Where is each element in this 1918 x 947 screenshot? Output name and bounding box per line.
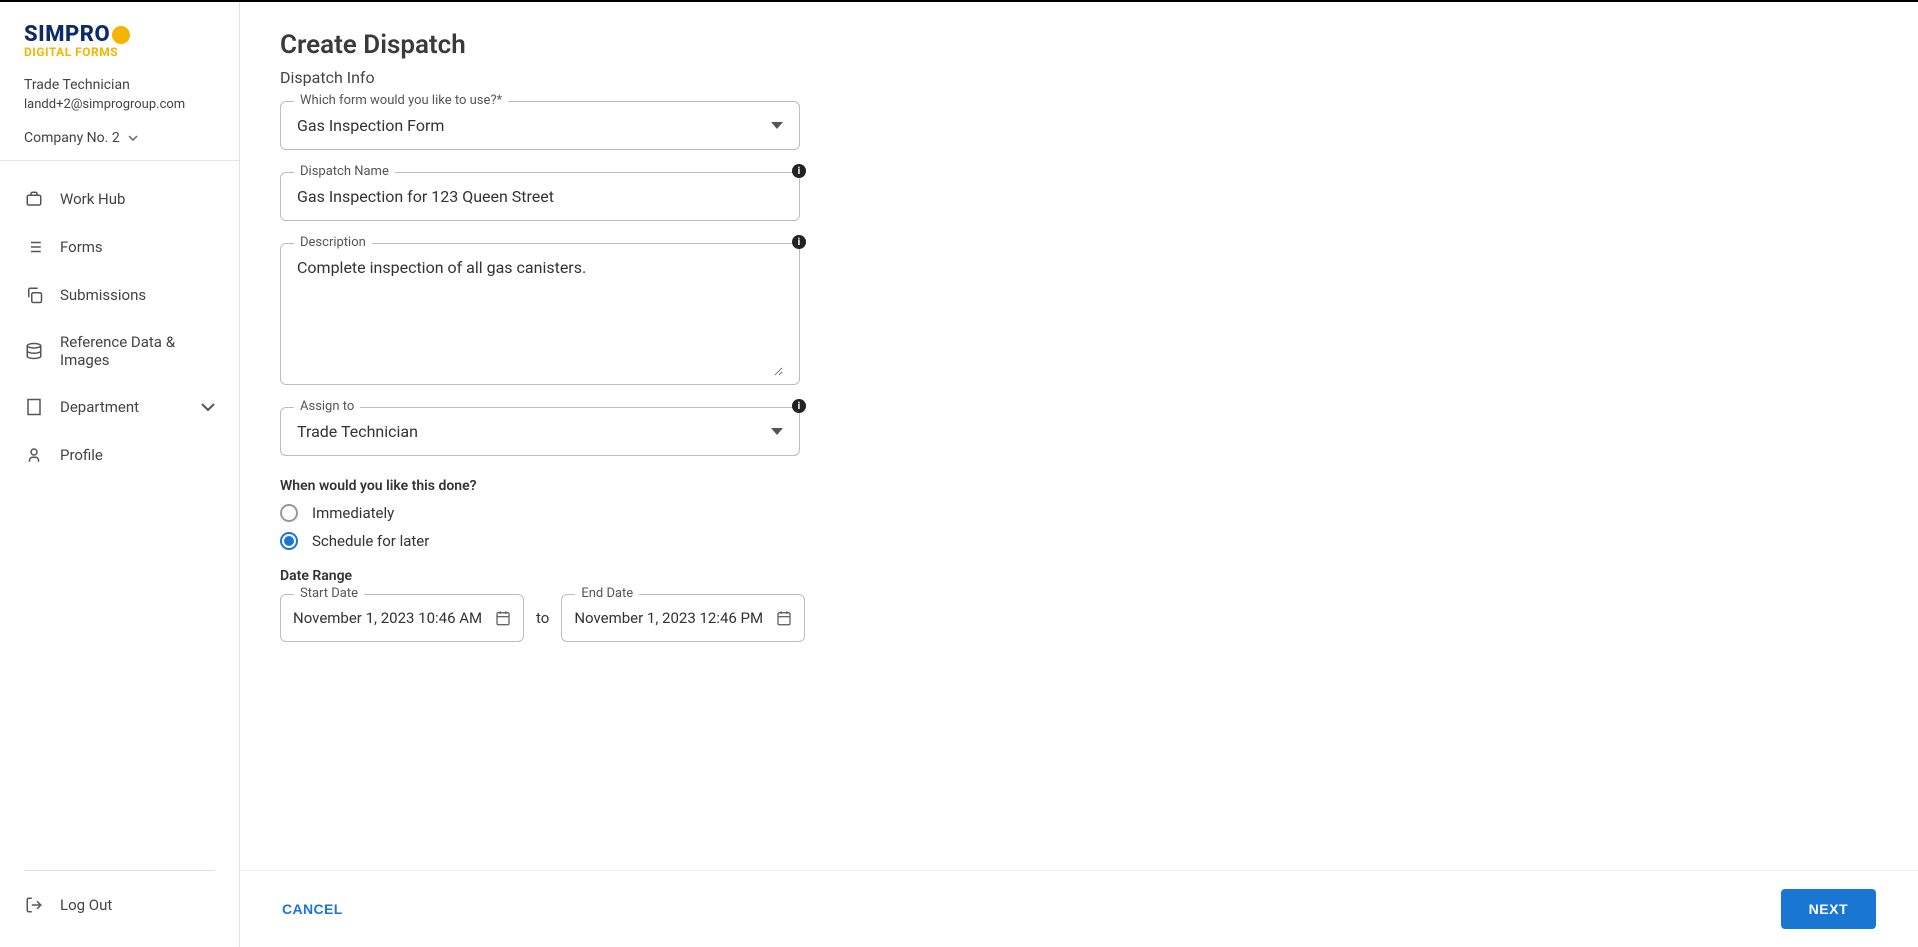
form-select[interactable]: Gas Inspection Form	[280, 101, 800, 150]
date-range-row: Start Date November 1, 2023 10:46 AM to …	[280, 594, 1878, 642]
sidebar-item-label: Work Hub	[60, 190, 215, 208]
start-date-value: November 1, 2023 10:46 AM	[293, 609, 487, 627]
nav: Work Hub Forms Submissions Reference Dat…	[0, 161, 239, 860]
logo-sub: DIGITAL FORMS	[24, 45, 215, 59]
field-label: Start Date	[294, 586, 364, 601]
radio-schedule-later[interactable]: Schedule for later	[280, 532, 1878, 550]
sidebar-item-label: Department	[60, 398, 201, 416]
list-icon	[24, 237, 44, 257]
info-icon[interactable]: i	[792, 164, 806, 178]
sidebar-item-profile[interactable]: Profile	[0, 431, 239, 479]
sidebar-item-logout[interactable]: Log Out	[0, 881, 239, 929]
form-select-value: Gas Inspection Form	[297, 116, 771, 135]
user-email: landd+2@simprogroup.com	[24, 97, 215, 112]
user-name: Trade Technician	[24, 77, 215, 93]
sidebar-item-label: Forms	[60, 238, 215, 256]
calendar-icon	[776, 610, 792, 626]
chevron-down-icon	[771, 428, 783, 435]
page-title: Create Dispatch	[280, 30, 1878, 60]
sidebar-item-submissions[interactable]: Submissions	[0, 271, 239, 319]
to-label: to	[536, 609, 549, 627]
company-selector[interactable]: Company No. 2	[0, 130, 239, 160]
description-textarea-wrap	[280, 243, 800, 385]
chevron-down-icon	[201, 403, 215, 411]
logo-star-icon	[112, 26, 130, 44]
sidebar-item-forms[interactable]: Forms	[0, 223, 239, 271]
chevron-down-icon	[771, 122, 783, 129]
field-label: Description	[294, 235, 372, 250]
next-button[interactable]: NEXT	[1781, 889, 1876, 929]
copy-icon	[24, 285, 44, 305]
assign-to-select[interactable]: Trade Technician	[280, 407, 800, 456]
info-icon[interactable]: i	[792, 399, 806, 413]
radio-label: Immediately	[312, 504, 394, 522]
divider	[24, 870, 215, 871]
chevron-down-icon	[128, 135, 138, 141]
when-question: When would you like this done?	[280, 478, 1878, 494]
field-description: i Description	[280, 243, 800, 385]
logo-main: SIMPRO	[24, 22, 215, 47]
logout-icon	[24, 895, 44, 915]
field-label: End Date	[575, 586, 639, 601]
field-label: Which form would you like to use?*	[294, 93, 508, 108]
main: Create Dispatch Dispatch Info Which form…	[240, 2, 1918, 947]
company-label: Company No. 2	[24, 130, 120, 146]
sidebar: SIMPRO DIGITAL FORMS Trade Technician la…	[0, 2, 240, 947]
sidebar-bottom: Log Out	[0, 860, 239, 947]
sidebar-item-label: Log Out	[60, 896, 215, 914]
logo-text: SIMPRO	[24, 22, 110, 47]
end-date-input[interactable]: November 1, 2023 12:46 PM	[561, 594, 805, 642]
logo-area: SIMPRO DIGITAL FORMS	[0, 22, 239, 71]
app-root: SIMPRO DIGITAL FORMS Trade Technician la…	[0, 0, 1918, 947]
building-icon	[24, 397, 44, 417]
field-start-date: Start Date November 1, 2023 10:46 AM	[280, 594, 524, 642]
briefcase-icon	[24, 189, 44, 209]
field-label: Assign to	[294, 399, 360, 414]
database-icon	[24, 341, 44, 361]
sidebar-item-reference-data[interactable]: Reference Data & Images	[0, 319, 239, 383]
calendar-icon	[495, 610, 511, 626]
content: Create Dispatch Dispatch Info Which form…	[240, 2, 1918, 870]
user-block: Trade Technician landd+2@simprogroup.com	[0, 71, 239, 130]
assign-to-value: Trade Technician	[297, 422, 771, 441]
radio-immediately[interactable]: Immediately	[280, 504, 1878, 522]
description-textarea[interactable]	[297, 258, 783, 376]
field-which-form: Which form would you like to use?* Gas I…	[280, 101, 800, 150]
sidebar-item-label: Reference Data & Images	[60, 333, 215, 369]
dispatch-name-input[interactable]	[297, 187, 783, 206]
field-label: Dispatch Name	[294, 164, 395, 179]
section-label: Dispatch Info	[280, 68, 1878, 87]
sidebar-item-label: Submissions	[60, 286, 215, 304]
dispatch-name-input-wrap	[280, 172, 800, 221]
sidebar-item-label: Profile	[60, 446, 215, 464]
radio-label: Schedule for later	[312, 532, 429, 550]
radio-icon-selected	[280, 532, 298, 550]
sidebar-item-department[interactable]: Department	[0, 383, 239, 431]
info-icon[interactable]: i	[792, 235, 806, 249]
date-range-label: Date Range	[280, 568, 1878, 584]
cancel-button[interactable]: CANCEL	[282, 901, 343, 917]
end-date-value: November 1, 2023 12:46 PM	[574, 609, 768, 627]
person-icon	[24, 445, 44, 465]
field-assign-to: i Assign to Trade Technician	[280, 407, 800, 456]
field-end-date: End Date November 1, 2023 12:46 PM	[561, 594, 805, 642]
sidebar-item-work-hub[interactable]: Work Hub	[0, 175, 239, 223]
footer: CANCEL NEXT	[240, 870, 1918, 947]
field-dispatch-name: i Dispatch Name	[280, 172, 800, 221]
radio-icon	[280, 504, 298, 522]
start-date-input[interactable]: November 1, 2023 10:46 AM	[280, 594, 524, 642]
